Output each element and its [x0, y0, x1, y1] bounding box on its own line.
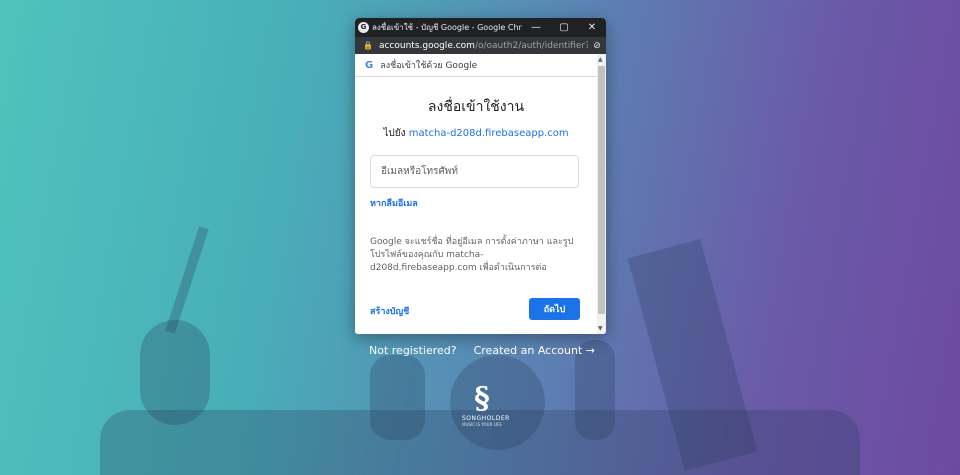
- google-header-text: ลงชื่อเข้าใช้ด้วย Google: [380, 61, 478, 71]
- not-registered-text: Not registiered?: [369, 344, 457, 357]
- window-titlebar: G ลงชื่อเข้าใช้ - บัญชี Google - Google …: [355, 18, 606, 37]
- guitar-neck-silhouette: [165, 226, 209, 334]
- brand-tagline: MUSIC IS YOUR LIFE: [462, 422, 502, 427]
- page-title: ลงชื่อเข้าใช้งาน: [427, 99, 525, 115]
- close-icon[interactable]: ✕: [578, 22, 606, 33]
- chrome-icon: G: [358, 22, 369, 33]
- brand-logo: § SONGHOLDER MUSIC IS YOUR LIFE: [462, 381, 510, 428]
- subtitle-domain[interactable]: matcha-d208d.firebaseapp.com: [409, 128, 569, 139]
- google-signin-popup: G ลงชื่อเข้าใช้ - บัญชี Google - Google …: [355, 18, 606, 334]
- url-path: /o/oauth2/auth/identifier?res...: [474, 40, 588, 51]
- window-title: ลงชื่อเข้าใช้ - บัญชี Google - Google Ch…: [372, 23, 522, 32]
- next-button[interactable]: ถัดไป: [529, 298, 580, 320]
- info-text: Google จะแชร์ชื่อ ที่อยู่อีเมล การตั้งค่…: [370, 237, 574, 273]
- created-account-link[interactable]: Created an Account: [474, 344, 583, 357]
- brand-mark-icon: §: [474, 381, 490, 416]
- maximize-icon[interactable]: ▢: [550, 22, 578, 33]
- scrollbar[interactable]: ▲ ▼: [597, 54, 606, 334]
- eye-off-icon[interactable]: ⊘: [588, 41, 606, 51]
- create-account-link[interactable]: สร้างบัญชี: [370, 304, 409, 318]
- signin-content: G ลงชื่อเข้าใช้ด้วย Google ลงชื่อเข้าใช้…: [355, 54, 597, 334]
- subtitle-prefix: ไปยัง: [383, 128, 406, 139]
- scroll-up-icon[interactable]: ▲: [598, 56, 603, 63]
- minimize-icon[interactable]: —: [522, 22, 550, 33]
- brand-name: SONGHOLDER: [462, 415, 510, 422]
- email-placeholder: อีเมลหรือโทรศัพท์: [381, 166, 458, 177]
- url-host: accounts.google.com: [378, 40, 475, 51]
- scroll-thumb[interactable]: [598, 66, 605, 314]
- arrow-right-icon[interactable]: →: [586, 344, 595, 357]
- google-logo-icon: G: [365, 59, 374, 71]
- register-prompt: Not registiered? Created an Account →: [369, 344, 595, 357]
- lock-icon: 🔒: [363, 41, 373, 50]
- scroll-down-icon[interactable]: ▼: [598, 325, 603, 332]
- forgot-email-link[interactable]: หากลืมอีเมล: [370, 196, 418, 210]
- google-header: G ลงชื่อเข้าใช้ด้วย Google: [355, 54, 597, 77]
- address-bar[interactable]: 🔒 accounts.google.com /o/oauth2/auth/ide…: [355, 37, 606, 54]
- subtitle: ไปยัง matcha-d208d.firebaseapp.com: [355, 126, 597, 141]
- email-field[interactable]: อีเมลหรือโทรศัพท์: [370, 155, 579, 188]
